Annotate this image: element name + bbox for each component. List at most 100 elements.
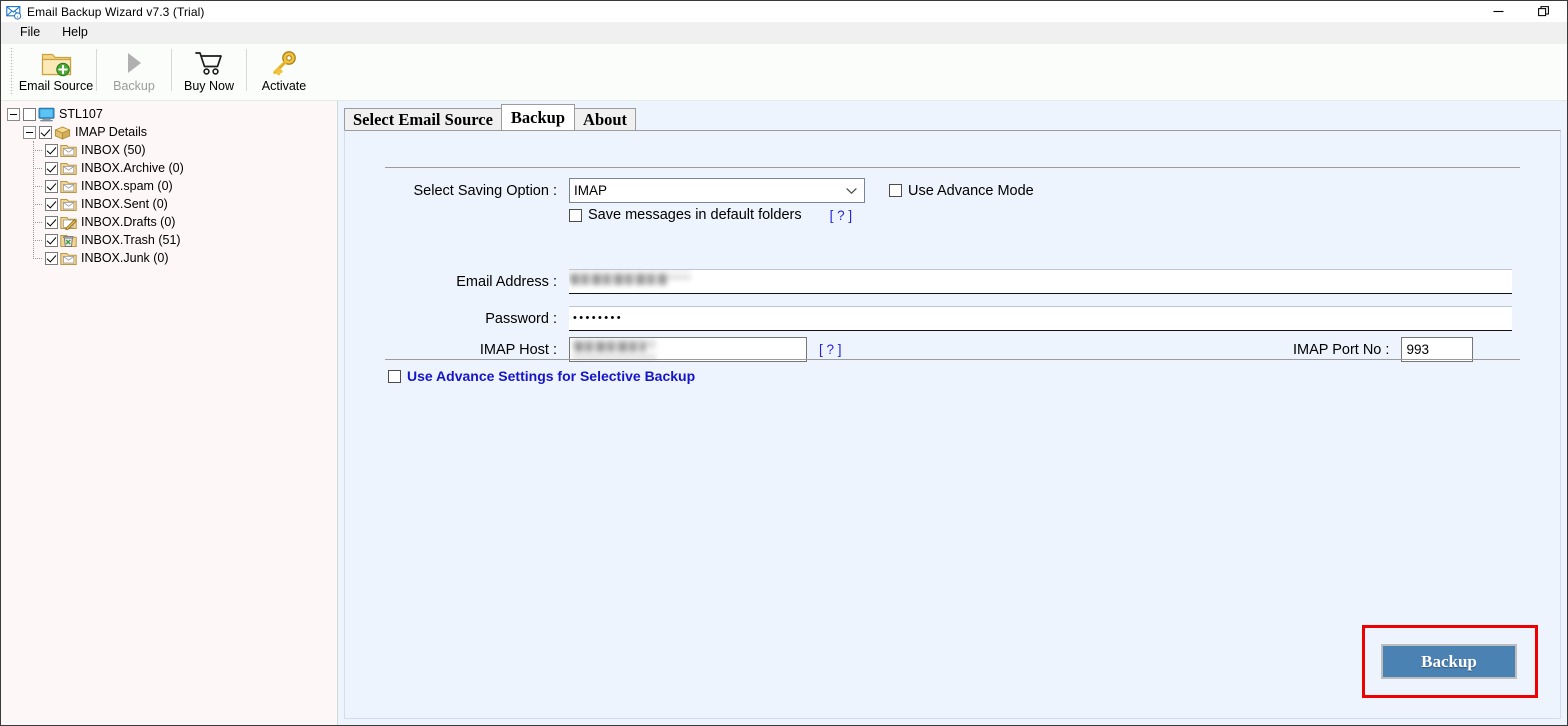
tree-node-folder-label: INBOX.Trash (51) bbox=[81, 232, 181, 247]
title-bar: i Email Backup Wizard v7.3 (Trial) bbox=[1, 1, 1567, 22]
content-panel: Select Email Source Backup About Select … bbox=[338, 101, 1567, 725]
imap-host-help-icon[interactable]: [ ? ] bbox=[819, 342, 842, 357]
backup-form: Select Saving Option : IMAP Use Advance … bbox=[345, 131, 1560, 718]
tree-checkbox[interactable] bbox=[45, 197, 58, 211]
tab-about[interactable]: About bbox=[574, 108, 637, 130]
toolbar-separator-3 bbox=[246, 49, 247, 91]
toolbar-email-source-label: Email Source bbox=[18, 79, 94, 93]
form-divider-top bbox=[385, 167, 1520, 168]
tree-checkbox[interactable] bbox=[45, 215, 58, 229]
chevron-down-icon bbox=[845, 184, 858, 197]
window-title: Email Backup Wizard v7.3 (Trial) bbox=[27, 4, 205, 19]
menu-file[interactable]: File bbox=[9, 23, 51, 42]
tree-guide-dash bbox=[33, 222, 42, 223]
tree-guide-dash bbox=[33, 168, 42, 169]
toolbar-grip[interactable] bbox=[9, 48, 14, 94]
toolbar-activate[interactable]: Activate bbox=[248, 44, 320, 96]
tree-children: INBOX (50) INBOX.Archive (0) INBOX.spam … bbox=[1, 141, 337, 267]
tree-node-folder-label: INBOX.Archive (0) bbox=[81, 160, 184, 175]
application-window: i Email Backup Wizard v7.3 (Trial) File … bbox=[0, 0, 1568, 726]
mail-folder-icon bbox=[60, 198, 77, 211]
save-default-folders-help-icon[interactable]: [ ? ] bbox=[830, 208, 853, 223]
tree-guide-dash bbox=[33, 204, 42, 205]
restore-icon bbox=[1538, 5, 1549, 16]
tree-node-folder-label: INBOX (50) bbox=[81, 142, 146, 157]
body-split: STL107 IMAP Details INBOX (50) INBOX.Arc… bbox=[1, 101, 1567, 725]
tree-node-folder[interactable]: INBOX.spam (0) bbox=[1, 177, 337, 195]
email-address-field[interactable] bbox=[569, 269, 1512, 294]
password-row: Password : •••••••• bbox=[345, 306, 1520, 331]
password-value: •••••••• bbox=[573, 312, 624, 324]
tree-guide-dash bbox=[33, 240, 42, 241]
mail-folder-icon bbox=[60, 180, 77, 193]
toolbar-email-source[interactable]: Email Source bbox=[17, 44, 95, 96]
redaction-overlay bbox=[575, 342, 645, 352]
drafts-folder-icon bbox=[60, 216, 77, 230]
tree-node-folder-label: INBOX.Sent (0) bbox=[81, 196, 168, 211]
tree-checkbox[interactable] bbox=[39, 125, 52, 139]
save-default-folders-checkbox[interactable] bbox=[569, 208, 582, 222]
tree-node-folder-label: INBOX.spam (0) bbox=[81, 178, 173, 193]
tree-checkbox[interactable] bbox=[23, 107, 36, 121]
tab-panel-backup: Select Saving Option : IMAP Use Advance … bbox=[344, 130, 1561, 719]
toolbar-buy-now-label: Buy Now bbox=[183, 79, 235, 93]
tree-checkbox[interactable] bbox=[45, 233, 58, 247]
saving-option-select[interactable]: IMAP bbox=[569, 178, 865, 203]
key-icon bbox=[270, 48, 298, 78]
tree-node-folder[interactable]: INBOX (50) bbox=[1, 141, 337, 159]
window-controls bbox=[1475, 1, 1567, 22]
save-default-folders-label: Save messages in default folders bbox=[588, 207, 802, 223]
toolbar-backup[interactable]: Backup bbox=[98, 44, 170, 96]
tree-node-imap-details[interactable]: IMAP Details bbox=[1, 123, 337, 141]
tree-node-root-label: STL107 bbox=[59, 106, 103, 121]
tree-node-folder[interactable]: INBOX.Archive (0) bbox=[1, 159, 337, 177]
use-advance-settings-row[interactable]: Use Advance Settings for Selective Backu… bbox=[388, 368, 695, 384]
tree-checkbox[interactable] bbox=[45, 179, 58, 193]
menu-help[interactable]: Help bbox=[51, 23, 99, 42]
tree-node-folder[interactable]: INBOX.Drafts (0) bbox=[1, 213, 337, 231]
tree-node-folder[interactable]: INBOX.Sent (0) bbox=[1, 195, 337, 213]
use-advance-mode-row[interactable]: Use Advance Mode bbox=[889, 183, 1034, 199]
tree-node-imap-details-label: IMAP Details bbox=[75, 124, 148, 139]
tree-node-folder-label: INBOX.Drafts (0) bbox=[81, 214, 176, 229]
toolbar-backup-label: Backup bbox=[113, 79, 155, 93]
tree-checkbox[interactable] bbox=[45, 161, 58, 175]
saving-option-value: IMAP bbox=[574, 183, 608, 198]
form-divider-bottom bbox=[385, 359, 1520, 360]
saving-option-label: Select Saving Option : bbox=[413, 182, 557, 199]
tab-strip: Select Email Source Backup About bbox=[338, 101, 1567, 130]
expander-collapse-icon[interactable] bbox=[23, 125, 36, 139]
tree-checkbox[interactable] bbox=[45, 143, 58, 157]
play-icon bbox=[122, 48, 146, 78]
password-field[interactable]: •••••••• bbox=[569, 306, 1512, 331]
tree-guide-dash bbox=[33, 258, 42, 259]
saving-option-row: Select Saving Option : IMAP Use Advance … bbox=[345, 178, 1520, 203]
trash-folder-icon bbox=[60, 234, 77, 247]
mail-folder-icon bbox=[60, 162, 77, 175]
tab-backup[interactable]: Backup bbox=[500, 104, 576, 130]
package-icon bbox=[54, 126, 71, 140]
tree-node-root[interactable]: STL107 bbox=[1, 105, 337, 123]
expander-collapse-icon[interactable] bbox=[7, 107, 20, 121]
minimize-button[interactable] bbox=[1475, 1, 1521, 22]
restore-button[interactable] bbox=[1521, 1, 1567, 22]
envelope-icon: i bbox=[6, 5, 22, 20]
toolbar-separator-2 bbox=[171, 49, 172, 91]
menu-bar: File Help bbox=[1, 22, 1567, 44]
mail-folder-icon bbox=[60, 144, 77, 157]
tab-select-email-source[interactable]: Select Email Source bbox=[344, 108, 502, 130]
tree-node-folder[interactable]: INBOX.Trash (51) bbox=[1, 231, 337, 249]
imap-port-value: 993 bbox=[1406, 342, 1429, 357]
folder-add-icon bbox=[41, 48, 72, 78]
tree-guide-dash bbox=[33, 150, 42, 151]
tree-guide-dash bbox=[33, 186, 42, 187]
tree-checkbox[interactable] bbox=[45, 251, 58, 265]
tree-node-folder[interactable]: INBOX.Junk (0) bbox=[1, 249, 337, 267]
use-advance-settings-checkbox[interactable] bbox=[388, 369, 401, 383]
toolbar-buy-now[interactable]: Buy Now bbox=[173, 44, 245, 96]
use-advance-mode-checkbox[interactable] bbox=[889, 184, 902, 197]
backup-button[interactable]: Backup bbox=[1381, 644, 1517, 679]
toolbar: Email Source Backup Buy Now Activate bbox=[1, 44, 1567, 101]
save-default-folders-row[interactable]: Save messages in default folders [ ? ] bbox=[569, 207, 852, 223]
toolbar-separator-1 bbox=[96, 49, 97, 91]
